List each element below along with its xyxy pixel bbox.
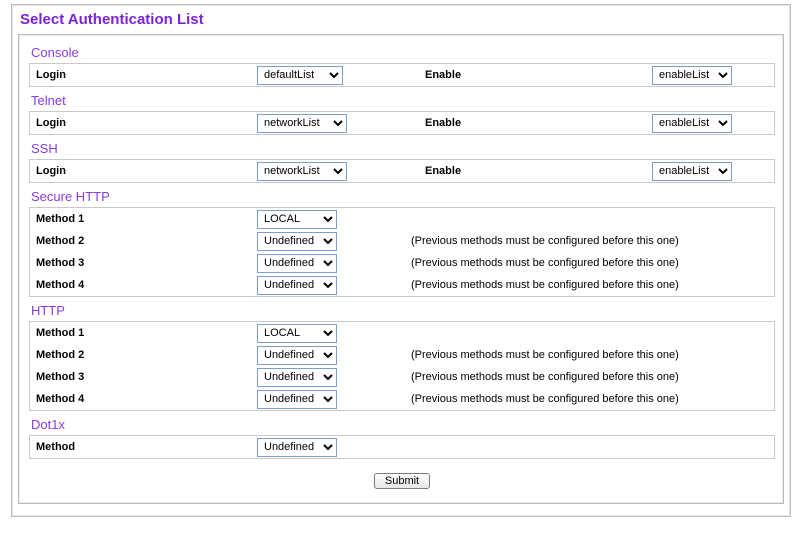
telnet-enable-label: Enable [405, 115, 650, 131]
section-telnet-title: Telnet [29, 87, 775, 111]
page-frame: Select Authentication List Console Login… [11, 4, 791, 517]
ssh-login-select[interactable]: networkList [257, 162, 347, 181]
http-m2-label: Method 2 [30, 347, 255, 363]
telnet-login-select[interactable]: networkList [257, 114, 347, 133]
section-http-title: HTTP [29, 297, 775, 321]
ssh-login-label: Login [30, 163, 255, 179]
section-dot1x: Method Undefined [29, 435, 775, 459]
section-console-title: Console [29, 39, 775, 63]
http-m3-select[interactable]: Undefined [257, 368, 337, 387]
https-m3-label: Method 3 [30, 255, 255, 271]
https-m1-select[interactable]: LOCAL [257, 210, 337, 229]
console-enable-label: Enable [405, 67, 650, 83]
https-m3-select[interactable]: Undefined [257, 254, 337, 273]
console-login-select[interactable]: defaultList [257, 66, 343, 85]
dot1x-method-select[interactable]: Undefined [257, 438, 337, 457]
http-m3-note: (Previous methods must be configured bef… [405, 371, 780, 383]
section-console: Login defaultList Enable enableList [29, 63, 775, 87]
section-ssh: Login networkList Enable enableList [29, 159, 775, 183]
ssh-enable-select[interactable]: enableList [652, 162, 732, 181]
http-m4-select[interactable]: Undefined [257, 390, 337, 409]
page-title: Select Authentication List [18, 7, 784, 34]
section-http: Method 1 LOCAL Method 2 Undefined (Previ… [29, 321, 775, 411]
http-m2-select[interactable]: Undefined [257, 346, 337, 365]
dot1x-method-label: Method [30, 439, 255, 455]
http-m1-label: Method 1 [30, 325, 255, 341]
https-m4-label: Method 4 [30, 277, 255, 293]
http-m2-note: (Previous methods must be configured bef… [405, 349, 780, 361]
https-m4-select[interactable]: Undefined [257, 276, 337, 295]
https-m4-note: (Previous methods must be configured bef… [405, 279, 780, 291]
ssh-enable-label: Enable [405, 163, 650, 179]
section-https-title: Secure HTTP [29, 183, 775, 207]
https-m2-select[interactable]: Undefined [257, 232, 337, 251]
section-ssh-title: SSH [29, 135, 775, 159]
telnet-login-label: Login [30, 115, 255, 131]
http-m4-label: Method 4 [30, 391, 255, 407]
console-login-label: Login [30, 67, 255, 83]
section-dot1x-title: Dot1x [29, 411, 775, 435]
telnet-enable-select[interactable]: enableList [652, 114, 732, 133]
submit-row: Submit [29, 459, 775, 489]
http-m1-select[interactable]: LOCAL [257, 324, 337, 343]
https-m2-label: Method 2 [30, 233, 255, 249]
section-https: Method 1 LOCAL Method 2 Undefined (Previ… [29, 207, 775, 297]
https-m2-note: (Previous methods must be configured bef… [405, 235, 780, 247]
submit-button[interactable]: Submit [374, 473, 430, 489]
form-panel: Console Login defaultList Enable enableL… [18, 34, 784, 504]
https-m3-note: (Previous methods must be configured bef… [405, 257, 780, 269]
console-enable-select[interactable]: enableList [652, 66, 732, 85]
section-telnet: Login networkList Enable enableList [29, 111, 775, 135]
https-m1-label: Method 1 [30, 211, 255, 227]
http-m4-note: (Previous methods must be configured bef… [405, 393, 780, 405]
http-m3-label: Method 3 [30, 369, 255, 385]
